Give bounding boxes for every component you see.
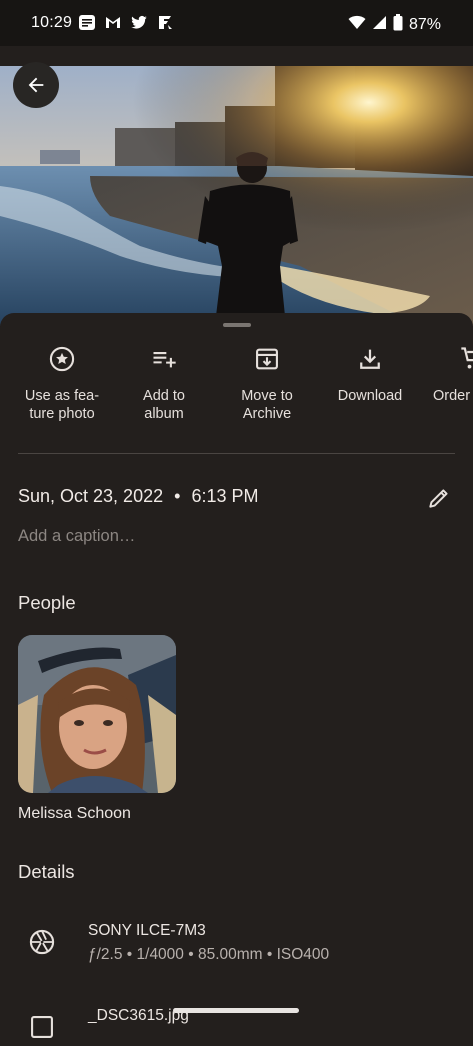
use-as-feature-photo-button[interactable]: Use as fea- ture photo	[7, 345, 117, 423]
photo-time: 6:13 PM	[191, 486, 259, 506]
action-label: Add to album	[143, 388, 185, 422]
date-separator: •	[174, 486, 181, 506]
photo-preview[interactable]	[0, 66, 473, 326]
beach-photo	[0, 66, 473, 326]
pencil-icon	[429, 489, 448, 508]
camera-aperture-icon	[28, 928, 56, 956]
action-label: Download	[337, 388, 403, 404]
photo-date: Sun, Oct 23, 2022	[18, 486, 164, 506]
add-to-album-button[interactable]: Add to album	[109, 345, 219, 423]
gmail-icon	[104, 14, 122, 31]
move-to-archive-button[interactable]: Move to Archive	[212, 345, 322, 423]
details-section-title: Details	[18, 861, 75, 882]
fandango-icon	[156, 14, 174, 31]
info-sheet: Use as fea- ture photo Add to album Move…	[0, 313, 473, 1038]
home-indicator[interactable]	[173, 1008, 299, 1013]
caption-input[interactable]: Add a caption…	[18, 527, 135, 546]
messages-icon	[78, 14, 96, 31]
action-label: Order	[433, 388, 471, 404]
date-time-row[interactable]: Sun, Oct 23, 2022 • 6:13 PM	[18, 486, 259, 507]
person-name[interactable]: Melissa Schoon	[18, 805, 131, 823]
system-icons: 87%	[348, 14, 441, 36]
twitter-icon	[130, 14, 148, 31]
playlist-add-icon	[153, 352, 176, 368]
action-label: Move to Archive	[241, 388, 293, 422]
drag-handle[interactable]	[223, 323, 251, 327]
wifi-icon	[348, 15, 366, 35]
back-button[interactable]	[13, 62, 59, 108]
face-photo	[18, 635, 176, 793]
download-icon	[360, 349, 380, 369]
arrow-left-icon	[28, 77, 44, 93]
camera-specs: ƒ/2.5 • 1/4000 • 85.00mm • ISO400	[88, 946, 330, 963]
archive-icon	[256, 348, 278, 370]
status-time: 10:29	[31, 14, 73, 31]
people-section-title: People	[18, 592, 76, 613]
notification-icons	[78, 14, 174, 31]
status-bar: 10:29 87%	[0, 0, 473, 46]
divider	[18, 453, 455, 454]
cellular-signal-icon	[372, 15, 387, 35]
order-button[interactable]: Order	[419, 345, 473, 405]
download-button[interactable]: Download	[315, 345, 425, 405]
action-row: Use as fea- ture photo Add to album Move…	[0, 345, 473, 455]
cart-icon	[461, 347, 473, 369]
star-circle-icon	[49, 346, 75, 372]
action-label: Use as fea- ture photo	[24, 388, 100, 422]
battery-percent: 87%	[408, 16, 441, 33]
person-face-thumbnail[interactable]	[18, 635, 176, 793]
camera-model: SONY ILCE-7M3	[88, 922, 206, 939]
battery-icon	[393, 14, 403, 36]
edit-date-button[interactable]	[426, 485, 452, 511]
image-file-icon	[28, 1013, 56, 1041]
